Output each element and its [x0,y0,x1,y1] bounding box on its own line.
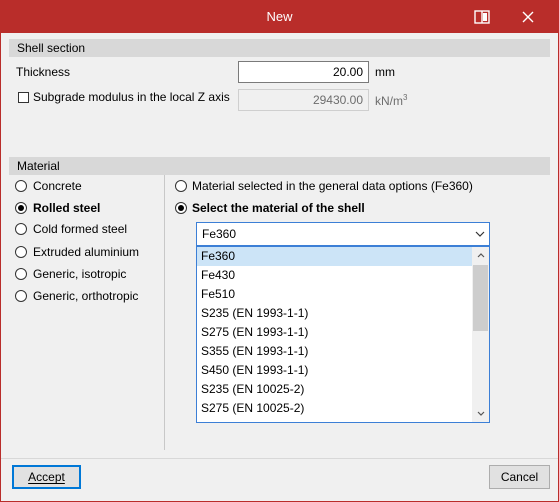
chevron-up-icon[interactable] [472,247,489,264]
material-combobox-value: Fe360 [202,227,237,241]
list-item[interactable]: S235 (EN 10025-2) [197,380,472,399]
radio-cold-formed-steel-label: Cold formed steel [33,222,128,236]
scrollbar-thumb[interactable] [473,265,488,331]
radio-rolled-steel-label: Rolled steel [33,201,101,215]
accept-button-label: Accept [28,470,65,484]
thickness-unit: mm [375,65,395,79]
radio-shell-material-label: Select the material of the shell [192,201,365,215]
list-item[interactable]: Fe360 [197,247,472,266]
material-dropdown-list[interactable]: Fe360 Fe430 Fe510 S235 (EN 1993-1-1) S27… [196,246,490,423]
list-item[interactable]: S355 (EN 1993-1-1) [197,342,472,361]
radio-extruded-aluminium[interactable] [15,246,27,258]
vertical-divider [164,175,165,450]
list-item[interactable]: S235 (EN 1993-1-1) [197,304,472,323]
radio-extruded-aluminium-label: Extruded aluminium [33,245,140,259]
list-item[interactable]: Fe430 [197,266,472,285]
radio-concrete-label: Concrete [33,179,82,193]
radio-general-material-label: Material selected in the general data op… [192,179,473,193]
radio-generic-orthotropic-label: Generic, orthotropic [33,289,139,303]
book-icon[interactable] [459,0,505,33]
chevron-down-icon[interactable] [471,223,489,245]
dropdown-scrollbar[interactable] [472,247,489,422]
radio-generic-orthotropic[interactable] [15,290,27,302]
cancel-button[interactable]: Cancel [489,465,550,489]
material-section-header: Material [9,157,550,175]
list-item[interactable]: Fe510 [197,285,472,304]
list-item[interactable]: S275 (EN 1993-1-1) [197,323,472,342]
footer-divider [1,458,558,459]
subgrade-checkbox[interactable] [18,92,29,103]
close-icon[interactable] [505,0,551,33]
dialog-content: Shell section Thickness 20.00 mm Subgrad… [1,33,558,501]
radio-generic-isotropic-label: Generic, isotropic [33,267,127,281]
list-item[interactable]: S450 (EN 1993-1-1) [197,361,472,380]
title-bar: New [0,0,559,33]
chevron-down-icon[interactable] [472,405,489,422]
radio-generic-isotropic[interactable] [15,268,27,280]
radio-rolled-steel[interactable] [15,202,27,214]
radio-general-material[interactable] [175,180,187,192]
radio-concrete[interactable] [15,180,27,192]
thickness-input[interactable]: 20.00 [238,61,369,83]
radio-shell-material[interactable] [175,202,187,214]
radio-cold-formed-steel[interactable] [15,223,27,235]
thickness-label: Thickness [16,65,71,79]
subgrade-input[interactable]: 29430.00 [238,89,369,111]
subgrade-label: Subgrade modulus in the local Z axis [33,90,230,104]
material-combobox[interactable]: Fe360 [196,222,490,246]
accept-button[interactable]: Accept [12,465,81,489]
dialog-window: New Shell section Thickness 20.00 mm Sub… [0,0,559,502]
shell-section-header: Shell section [9,39,550,57]
list-item[interactable]: S275 (EN 10025-2) [197,399,472,418]
subgrade-unit: kN/m3 [375,93,408,108]
